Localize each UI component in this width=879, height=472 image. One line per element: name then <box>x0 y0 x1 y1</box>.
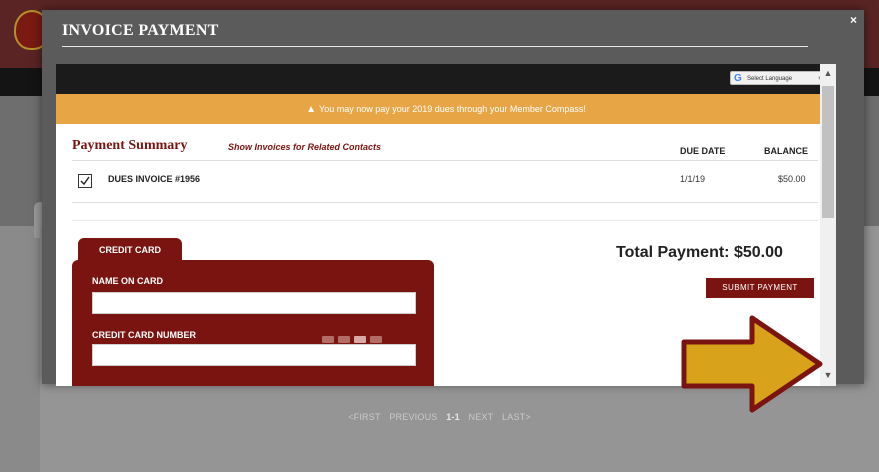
payment-summary-title: Payment Summary <box>72 138 188 153</box>
related-invoices-link[interactable]: Show Invoices for Related Contacts <box>228 142 381 152</box>
annotation-arrow-icon <box>681 315 823 413</box>
card-number-label: CREDIT CARD NUMBER <box>92 330 196 340</box>
name-on-card-input[interactable] <box>92 292 416 314</box>
tab-credit-card[interactable]: CREDIT CARD <box>78 238 182 262</box>
pager-first[interactable]: <FIRST <box>348 412 380 422</box>
warning-icon: ▲ <box>306 104 317 115</box>
section-divider <box>72 220 818 221</box>
scroll-up-icon[interactable]: ▲ <box>820 68 836 78</box>
close-icon[interactable]: × <box>850 13 857 27</box>
credit-card-panel: NAME ON CARD CREDIT CARD NUMBER <box>72 260 434 386</box>
card-icon <box>338 336 350 343</box>
checkmark-icon <box>80 176 90 186</box>
invoice-balance: $50.00 <box>778 174 806 184</box>
pager-previous[interactable]: PREVIOUS <box>389 412 437 422</box>
notice-text: You may now pay your 2019 dues through y… <box>319 104 586 114</box>
row-divider <box>72 202 818 203</box>
due-date-header: DUE DATE <box>680 146 726 156</box>
card-icon <box>322 336 334 343</box>
modal-title: INVOICE PAYMENT <box>62 22 808 47</box>
total-payment: Total Payment: $50.00 <box>616 244 783 261</box>
name-on-card-label: NAME ON CARD <box>92 276 163 286</box>
language-select-label: Select Language <box>747 76 793 82</box>
card-icon <box>370 336 382 343</box>
language-select[interactable]: G Select Language ▼ <box>730 71 828 85</box>
invoice-due-date: 1/1/19 <box>680 174 706 184</box>
pager-next[interactable]: NEXT <box>469 412 494 422</box>
invoice-checkbox[interactable] <box>78 174 92 188</box>
scroll-thumb[interactable] <box>822 86 834 218</box>
notice-banner: ▲ You may now pay your 2019 dues through … <box>56 94 836 124</box>
google-icon: G <box>734 73 742 84</box>
pager-last[interactable]: LAST> <box>502 412 531 422</box>
card-number-input[interactable] <box>92 344 416 366</box>
header-divider <box>72 160 818 161</box>
balance-header: BALANCE <box>764 146 808 156</box>
card-icon <box>354 336 366 343</box>
submit-payment-button[interactable]: SUBMIT PAYMENT <box>706 278 814 298</box>
invoice-name: DUES INVOICE #1956 <box>108 174 201 184</box>
frame-topbar: G Select Language ▼ <box>56 64 836 94</box>
pager-current: 1-1 <box>446 412 460 422</box>
